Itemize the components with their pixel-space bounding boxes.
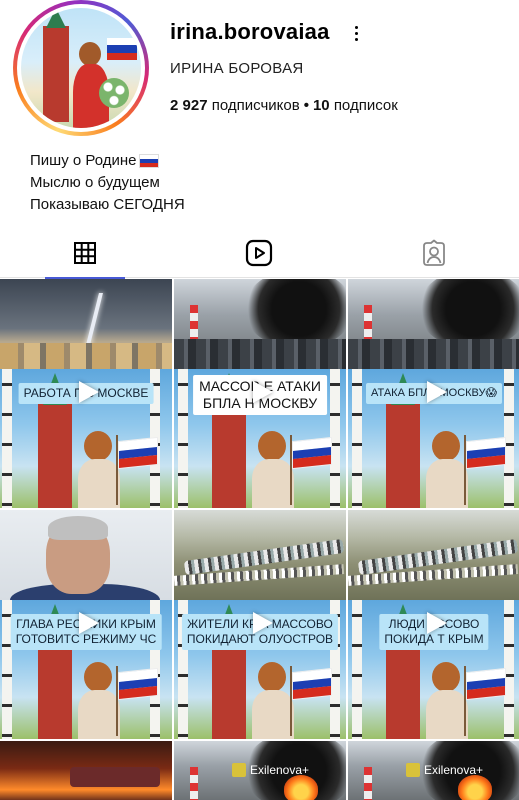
post-tile[interactable]: Exilenova+ <box>348 741 519 800</box>
post-tile[interactable]: Exilenova+ <box>174 741 346 800</box>
posts-grid: РАБОТА П В МОСКВЕ МАССОВ Е АТАКИ БПЛА Н … <box>0 279 519 800</box>
traffic-road-photo <box>174 510 346 600</box>
avatar[interactable] <box>21 8 141 128</box>
kremlin-tower-illustration <box>43 8 69 122</box>
grid-icon <box>74 242 96 264</box>
following-label: подписок <box>333 97 398 114</box>
reels-icon <box>245 239 273 267</box>
tab-posts-grid[interactable] <box>45 228 125 279</box>
official-portrait-photo <box>0 510 172 624</box>
refinery-fire-photo <box>174 279 346 369</box>
watermark: Exilenova+ <box>406 763 483 777</box>
followers-label: подписчиков <box>211 97 300 114</box>
bio-line-2: Мыслю о будущем <box>30 174 160 191</box>
profile-username: irina.borovaiaa <box>170 19 330 44</box>
post-tile[interactable] <box>0 741 172 800</box>
post-tile[interactable]: АТАКА БПЛ . МОСКВУ😱 <box>348 279 519 508</box>
flowers-illustration <box>99 78 129 108</box>
followers-link[interactable]: 2 927 подписчиков <box>170 97 300 114</box>
stats-separator: • <box>303 97 309 114</box>
tagged-icon <box>423 239 445 266</box>
post-tile[interactable]: РАБОТА П В МОСКВЕ <box>0 279 172 508</box>
avatar-frame <box>17 4 145 132</box>
lightning-city-photo <box>0 279 172 369</box>
watermark-text: Exilenova+ <box>250 763 310 777</box>
profile-avatar-ring[interactable] <box>13 0 149 136</box>
profile-bio: Пишу о Родине Мыслю о будущем Показываю … <box>30 150 185 216</box>
play-icon[interactable] <box>72 378 100 406</box>
refinery-fire-photo <box>348 279 519 369</box>
post-tile[interactable]: ГЛАВА РЕС ЛИКИ КРЫМ ГОТОВИТС РЕЖИМУ ЧС <box>0 510 172 739</box>
exilenova-logo-icon <box>406 763 420 777</box>
profile-full-name: ИРИНА БОРОВАЯ <box>170 60 304 77</box>
bio-line-1: Пишу о Родине <box>30 152 137 169</box>
tab-reels[interactable] <box>219 228 299 278</box>
exilenova-logo-icon <box>232 763 246 777</box>
flag-illustration <box>107 38 137 60</box>
play-icon[interactable] <box>72 609 100 637</box>
traffic-road-photo <box>348 510 519 600</box>
following-link[interactable]: 10 подписок <box>313 97 398 114</box>
play-icon[interactable] <box>246 378 274 406</box>
play-icon[interactable] <box>246 609 274 637</box>
watermark-text: Exilenova+ <box>424 763 484 777</box>
profile-tabs <box>0 228 519 279</box>
girl-head-illustration <box>79 42 101 66</box>
followers-count: 2 927 <box>170 97 208 114</box>
more-options-icon[interactable] <box>350 21 362 45</box>
tab-tagged[interactable] <box>394 228 474 278</box>
post-tile[interactable]: ЖИТЕЛИ КР А МАССОВО ПОКИДАЮТ ОЛУОСТРОВ <box>174 510 346 739</box>
post-tile[interactable]: ЛЮДИ АССОВО ПОКИДА Т КРЫМ <box>348 510 519 739</box>
russian-flag-icon <box>138 154 159 168</box>
watermark: Exilenova+ <box>232 763 309 777</box>
following-count: 10 <box>312 97 330 114</box>
play-icon[interactable] <box>420 609 448 637</box>
profile-stats: 2 927 подписчиков • 10 подписок <box>170 97 398 114</box>
post-tile[interactable]: МАССОВ Е АТАКИ БПЛА Н МОСКВУ <box>174 279 346 508</box>
burning-vehicle-photo <box>0 741 172 800</box>
bio-line-3: Показываю СЕГОДНЯ <box>30 196 185 213</box>
play-icon[interactable] <box>420 378 448 406</box>
